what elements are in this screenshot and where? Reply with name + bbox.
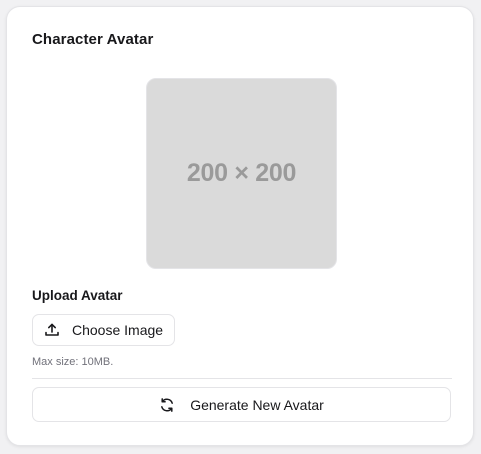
refresh-icon <box>159 397 175 413</box>
upload-avatar-label: Upload Avatar <box>32 288 123 303</box>
avatar-preview: 200 × 200 <box>146 78 337 269</box>
card-title: Character Avatar <box>32 31 154 48</box>
generate-avatar-button[interactable]: Generate New Avatar <box>32 387 451 422</box>
choose-image-button[interactable]: Choose Image <box>32 314 175 346</box>
upload-icon <box>44 322 60 338</box>
divider <box>32 378 452 379</box>
character-avatar-card: Character Avatar 200 × 200 Upload Avatar… <box>6 6 474 446</box>
max-size-hint: Max size: 10MB. <box>32 356 114 368</box>
choose-image-label: Choose Image <box>72 322 164 338</box>
avatar-placeholder-text: 200 × 200 <box>186 159 297 187</box>
generate-avatar-label: Generate New Avatar <box>190 396 324 413</box>
